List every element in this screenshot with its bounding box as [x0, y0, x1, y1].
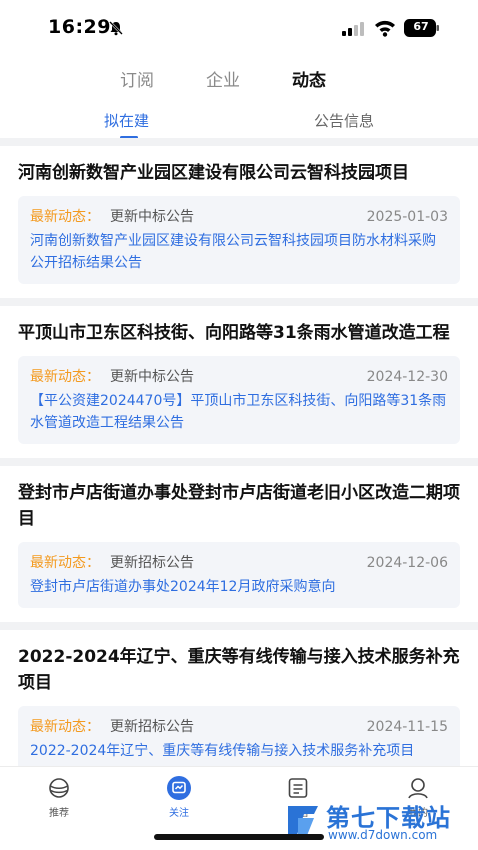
latest-update-box[interactable]: 最新动态： 更新招标公告 2024-12-06 登封市卢店街道办事处2024年1… — [18, 542, 460, 608]
divider — [0, 138, 478, 146]
bell-muted-icon — [109, 21, 123, 36]
divider — [0, 298, 478, 306]
update-label: 最新动态： — [30, 555, 100, 571]
update-description[interactable]: 【平公资建2024470号】平顶山市卫东区科技街、向阳路等31条雨水管道改造工程… — [30, 390, 448, 434]
update-date: 2024-12-06 — [366, 555, 448, 571]
tab-dynamics[interactable]: 动态 — [292, 66, 326, 91]
nav-recommend-label: 推荐 — [49, 808, 69, 819]
update-type: 更新招标公告 — [110, 719, 194, 735]
project-title[interactable]: 平顶山市卫东区科技街、向阳路等31条雨水管道改造工程 — [18, 320, 460, 346]
home-indicator — [154, 834, 324, 840]
battery-level: 67 — [413, 20, 429, 33]
update-date: 2024-11-15 — [366, 719, 448, 735]
update-description[interactable]: 河南创新数智产业园区建设有限公司云智科技园项目防水材料采购公开招标结果公告 — [30, 230, 448, 274]
latest-update-box[interactable]: 最新动态： 更新招标公告 2024-11-15 2022-2024年辽宁、重庆等… — [18, 706, 460, 766]
subtab-notice[interactable]: 公告信息 — [314, 110, 374, 131]
project-card[interactable]: 河南创新数智产业园区建设有限公司云智科技园项目 最新动态： 更新中标公告 202… — [0, 146, 478, 298]
wifi-icon — [375, 20, 395, 37]
update-type: 更新中标公告 — [110, 369, 194, 385]
project-list[interactable]: 河南创新数智产业园区建设有限公司云智科技园项目 最新动态： 更新中标公告 202… — [0, 138, 478, 766]
project-card[interactable]: 平顶山市卫东区科技街、向阳路等31条雨水管道改造工程 最新动态： 更新中标公告 … — [0, 306, 478, 458]
status-time: 16:29 — [48, 16, 111, 38]
update-date: 2024-12-30 — [366, 369, 448, 385]
project-title[interactable]: 登封市卢店街道办事处登封市卢店街道老旧小区改造二期项目 — [18, 480, 460, 532]
tab-company[interactable]: 企业 — [206, 66, 240, 91]
project-card[interactable]: 2022-2024年辽宁、重庆等有线传输与接入技术服务补充项目 最新动态： 更新… — [0, 630, 478, 766]
latest-update-box[interactable]: 最新动态： 更新中标公告 2025-01-03 河南创新数智产业园区建设有限公司… — [18, 196, 460, 284]
update-label: 最新动态： — [30, 719, 100, 735]
update-description[interactable]: 2022-2024年辽宁、重庆等有线传输与接入技术服务补充项目 — [30, 740, 448, 762]
subtab-planned[interactable]: 拟在建 — [104, 110, 149, 131]
planet-icon — [49, 778, 69, 798]
project-card[interactable]: 登封市卢店街道办事处登封市卢店街道老旧小区改造二期项目 最新动态： 更新招标公告… — [0, 466, 478, 622]
latest-update-box[interactable]: 最新动态： 更新中标公告 2024-12-30 【平公资建2024470号】平顶… — [18, 356, 460, 444]
nav-recommend[interactable]: 推荐 — [19, 775, 99, 819]
signal-icon — [342, 22, 364, 36]
top-tabs: 订阅 企业 动态 — [0, 66, 478, 94]
update-label: 最新动态： — [30, 369, 100, 385]
update-date: 2025-01-03 — [366, 209, 448, 225]
update-type: 更新招标公告 — [110, 555, 194, 571]
follow-icon — [167, 776, 191, 800]
nav-follow-label: 关注 — [169, 808, 189, 819]
nav-follow[interactable]: 关注 — [139, 775, 219, 819]
watermark: 第七下载站 www.d7down.com — [284, 796, 474, 850]
divider — [0, 622, 478, 630]
project-title[interactable]: 2022-2024年辽宁、重庆等有线传输与接入技术服务补充项目 — [18, 644, 460, 696]
watermark-url: www.d7down.com — [328, 828, 438, 842]
update-type: 更新中标公告 — [110, 209, 194, 225]
tab-subscribe[interactable]: 订阅 — [120, 66, 154, 91]
update-label: 最新动态： — [30, 209, 100, 225]
update-description[interactable]: 登封市卢店街道办事处2024年12月政府采购意向 — [30, 576, 448, 598]
sub-tabs: 拟在建 公告信息 — [0, 108, 478, 139]
divider — [0, 458, 478, 466]
project-title[interactable]: 河南创新数智产业园区建设有限公司云智科技园项目 — [18, 160, 460, 186]
status-bar: 16:29 67 — [0, 0, 478, 58]
